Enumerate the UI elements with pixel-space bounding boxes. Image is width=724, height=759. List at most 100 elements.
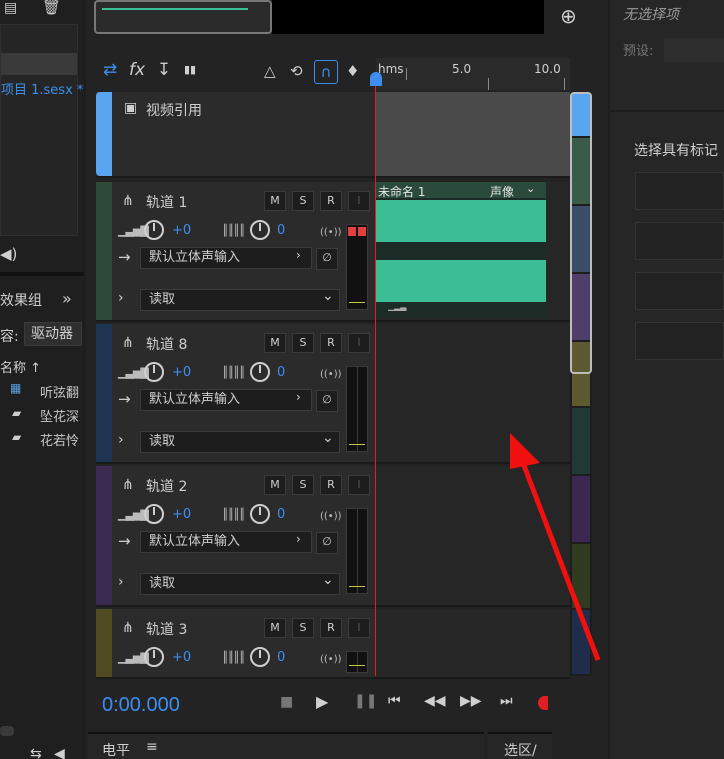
audio-clip[interactable]: 未命名 1 声像 ⌄ ▁▂▃ — [376, 182, 546, 318]
mute-button[interactable]: M — [264, 333, 286, 353]
snap-magnet-icon[interactable]: ∩ — [314, 60, 338, 84]
volume-knob[interactable] — [144, 647, 164, 667]
scrollbar-thumb[interactable] — [0, 726, 14, 736]
automation-mode-select[interactable]: 读取 — [140, 573, 340, 595]
expand-chevron-icon[interactable]: › — [118, 432, 124, 448]
property-field[interactable] — [635, 322, 724, 360]
metronome-icon[interactable]: △ — [264, 62, 276, 80]
video-track[interactable]: ▣ 视频引用 — [96, 92, 570, 178]
input-monitor-button[interactable]: I — [348, 618, 370, 638]
pan-value[interactable]: 0 — [277, 223, 285, 238]
skip-forward-icon[interactable]: ⏭ — [500, 693, 513, 709]
swap-icon[interactable]: ⇄ — [98, 58, 122, 82]
pan-knob[interactable] — [250, 647, 270, 667]
record-icon[interactable] — [538, 696, 548, 710]
track-name[interactable]: 轨道 3 — [146, 619, 187, 639]
volume-knob[interactable] — [144, 362, 164, 382]
chevron-down-icon[interactable]: ⌄ — [526, 182, 535, 195]
input-select[interactable]: 默认立体声输入 — [140, 531, 312, 553]
input-select[interactable]: 默认立体声输入 — [140, 247, 312, 269]
solo-button[interactable]: S — [292, 475, 314, 495]
volume-knob[interactable] — [144, 504, 164, 524]
record-arm-button[interactable]: R — [320, 618, 342, 638]
property-field[interactable] — [635, 222, 724, 260]
property-field[interactable] — [635, 172, 724, 210]
sort-icon[interactable]: ↧ — [152, 58, 176, 82]
expand-chevron-icon[interactable]: › — [118, 574, 124, 590]
bar-chart-icon[interactable]: ▮▮ — [178, 58, 202, 82]
volume-value[interactable]: +0 — [172, 223, 191, 238]
play-icon[interactable]: ▶ — [316, 692, 328, 711]
menu-icon[interactable]: ≡ — [146, 739, 158, 755]
fast-forward-icon[interactable]: ▶▶ — [460, 693, 482, 709]
solo-button[interactable]: S — [292, 191, 314, 211]
volume-knob[interactable] — [144, 220, 164, 240]
playhead-handle[interactable] — [370, 72, 382, 86]
zoom-target-icon[interactable]: ⊕ — [560, 4, 577, 28]
record-arm-button[interactable]: R — [320, 475, 342, 495]
solo-button[interactable]: S — [292, 618, 314, 638]
phase-invert-icon[interactable]: ∅ — [316, 390, 338, 412]
trash-icon[interactable]: 🗑 — [42, 0, 61, 16]
volume-icon[interactable]: ◀ — [54, 746, 65, 759]
video-lane — [376, 92, 570, 176]
stop-icon[interactable]: ■ — [280, 694, 293, 710]
filter-icon[interactable]: ⇆ — [30, 746, 42, 759]
input-monitor-button[interactable]: I — [348, 191, 370, 211]
track-name[interactable]: 轨道 8 — [146, 334, 187, 354]
effect-item[interactable]: 听弦翻 — [40, 382, 79, 401]
volume-value[interactable]: +0 — [172, 507, 191, 522]
input-monitor-button[interactable]: I — [348, 475, 370, 495]
loop-icon[interactable]: ⟲ — [290, 62, 303, 80]
name-column-header[interactable]: 名称 ↑ — [0, 357, 41, 376]
pan-value[interactable]: 0 — [277, 507, 285, 522]
track-name[interactable]: 轨道 1 — [146, 192, 187, 212]
solo-button[interactable]: S — [292, 333, 314, 353]
content-dropdown[interactable]: 驱动器 — [24, 322, 82, 346]
pan-knob[interactable] — [250, 362, 270, 382]
rewind-icon[interactable]: ◀◀ — [424, 693, 446, 709]
phase-invert-icon[interactable]: ∅ — [316, 248, 338, 270]
fx-icon[interactable]: fx — [125, 58, 149, 82]
volume-value[interactable]: +0 — [172, 365, 191, 380]
overview-viewport[interactable] — [570, 92, 592, 374]
marker-pin-icon[interactable]: ♦ — [346, 62, 359, 80]
pan-icon: ║║║║ — [222, 651, 245, 664]
effect-item[interactable]: 花若怜 — [40, 430, 79, 449]
pan-knob[interactable] — [250, 220, 270, 240]
expand-chevron-icon[interactable]: › — [118, 290, 124, 306]
property-field[interactable] — [635, 272, 724, 310]
import-icon[interactable]: ▤ — [4, 0, 24, 18]
time-ruler[interactable]: hms 5.0 10.0 — [376, 58, 570, 90]
mute-button[interactable]: M — [264, 475, 286, 495]
pause-icon[interactable]: ❚❚ — [354, 693, 377, 709]
record-arm-button[interactable]: R — [320, 191, 342, 211]
pan-value[interactable]: 0 — [277, 365, 285, 380]
file-item[interactable]: 项目 1.sesx * — [1, 79, 83, 98]
speaker-icon[interactable]: ◀) — [0, 245, 17, 263]
clip-mode[interactable]: 声像 — [490, 183, 514, 200]
pan-icon: ║║║║ — [222, 224, 245, 237]
mute-button[interactable]: M — [264, 191, 286, 211]
phase-invert-icon[interactable]: ∅ — [316, 532, 338, 554]
zoom-navigator[interactable] — [94, 0, 272, 34]
track-row[interactable]: ⋔ 轨道 3 M S R I ▁▃▅▇ +0 ║║║║ 0 ((•)) — [96, 609, 570, 679]
track-row[interactable]: ⋔ 轨道 2 M S R I ▁▃▅▇ +0 ║║║║ 0 ((•)) → 默认立体声输入 › ∅ › 读取 ⌄ — [96, 466, 570, 607]
record-arm-button[interactable]: R — [320, 333, 342, 353]
input-select[interactable]: 默认立体声输入 — [140, 389, 312, 411]
effect-item[interactable]: 坠花深 — [40, 406, 79, 425]
pan-value[interactable]: 0 — [277, 650, 285, 665]
mute-button[interactable]: M — [264, 618, 286, 638]
input-monitor-button[interactable]: I — [348, 333, 370, 353]
preset-dropdown[interactable] — [664, 38, 724, 62]
automation-mode-select[interactable]: 读取 — [140, 431, 340, 453]
track-color-strip — [96, 92, 112, 176]
volume-value[interactable]: +0 — [172, 650, 191, 665]
track-name[interactable]: 轨道 2 — [146, 476, 187, 496]
panel-menu-icon[interactable]: » — [62, 289, 72, 308]
skip-back-icon[interactable]: ⏮ — [388, 693, 401, 709]
automation-mode-select[interactable]: 读取 — [140, 289, 340, 311]
track-row[interactable]: ⋔ 轨道 8 M S R I ▁▃▅▇ +0 ║║║║ 0 ((•)) → 默认立体声输入 › ∅ › 读取 ⌄ — [96, 324, 570, 464]
content-label: 容: — [0, 329, 19, 345]
pan-knob[interactable] — [250, 504, 270, 524]
